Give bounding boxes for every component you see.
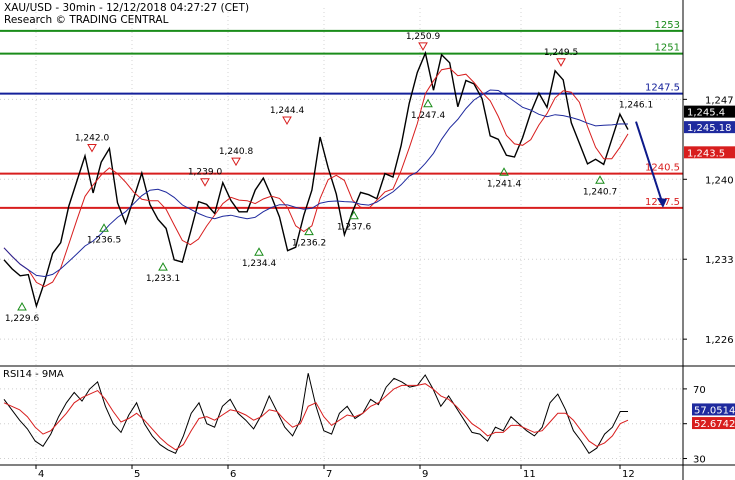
x-tick-label: 11 [523,469,536,480]
level-note-label: 1,246.1 [619,101,653,111]
low-label: 1,236.5 [87,235,121,245]
x-tick-label: 6 [230,469,236,480]
price-tag-label-ma_slow: 1,245.18 [687,123,732,134]
high-marker [231,157,241,167]
high-label: 1,239.0 [188,168,223,178]
low-marker [423,98,433,108]
rsi-tag-label-rsi_ma: 52.6742 [694,419,735,430]
y-tick-label: 1,247 [705,95,734,106]
x-tick-label: 7 [326,469,332,480]
low-label: 1,234.4 [242,259,277,269]
rsi-tag-label-rsi: 57.0514 [694,405,735,416]
low-label: 1,241.4 [487,179,522,189]
y-tick-label: 1,240 [705,175,734,186]
price-tag-label-ma_fast: 1,243.5 [687,148,725,159]
high-marker [556,58,566,67]
level-label-1247.5: 1247.5 [645,83,680,94]
low-label: 1,233.1 [146,274,180,284]
chart-svg: 125312511247.51240.51237.5 1,229.61,242.… [0,0,735,480]
high-label: 1,250.9 [406,32,441,42]
rsi-ma-line [3,383,629,451]
level-label-1251: 1251 [655,43,680,54]
high-marker [87,143,97,153]
price-series [3,50,667,309]
y-tick-label: 1,233 [705,255,734,266]
low-label: 1,240.7 [583,187,617,197]
x-tick-label: 4 [38,469,44,480]
low-marker [158,262,168,271]
high-label: 1,249.5 [544,48,578,58]
annotations: 1,229.6 1,242.0 1,236.5 1,233.1 1,239.0 1,240… [5,32,653,324]
low-marker [254,247,264,256]
high-label: 1,240.8 [219,147,254,157]
rsi-title: RSI14 - 9MA [3,369,64,380]
low-marker [17,302,27,311]
low-label: 1,236.2 [292,239,326,249]
rsi-line [3,373,628,454]
low-marker [304,226,314,236]
rsi-panel: RSI14 - 9MA70503057.051452.6742 [0,369,735,466]
x-tick-label: 5 [134,469,140,480]
low-label: 1,247.4 [411,111,446,121]
rsi-tick-label: 30 [693,455,706,466]
low-marker [595,175,605,184]
rsi-tick-label: 70 [693,385,706,396]
x-tick-label: 9 [422,469,428,480]
high-label: 1,244.4 [270,106,305,116]
high-marker [282,116,292,126]
level-label-1253: 1253 [655,20,680,31]
high-label: 1,242.0 [75,133,110,143]
price-tag-label-current: 1,245.4 [687,108,725,119]
low-label: 1,229.6 [5,314,40,324]
x-tick-label: 12 [622,469,635,480]
low-label: 1,237.6 [337,223,372,233]
y-tick-label: 1,226 [705,335,734,346]
